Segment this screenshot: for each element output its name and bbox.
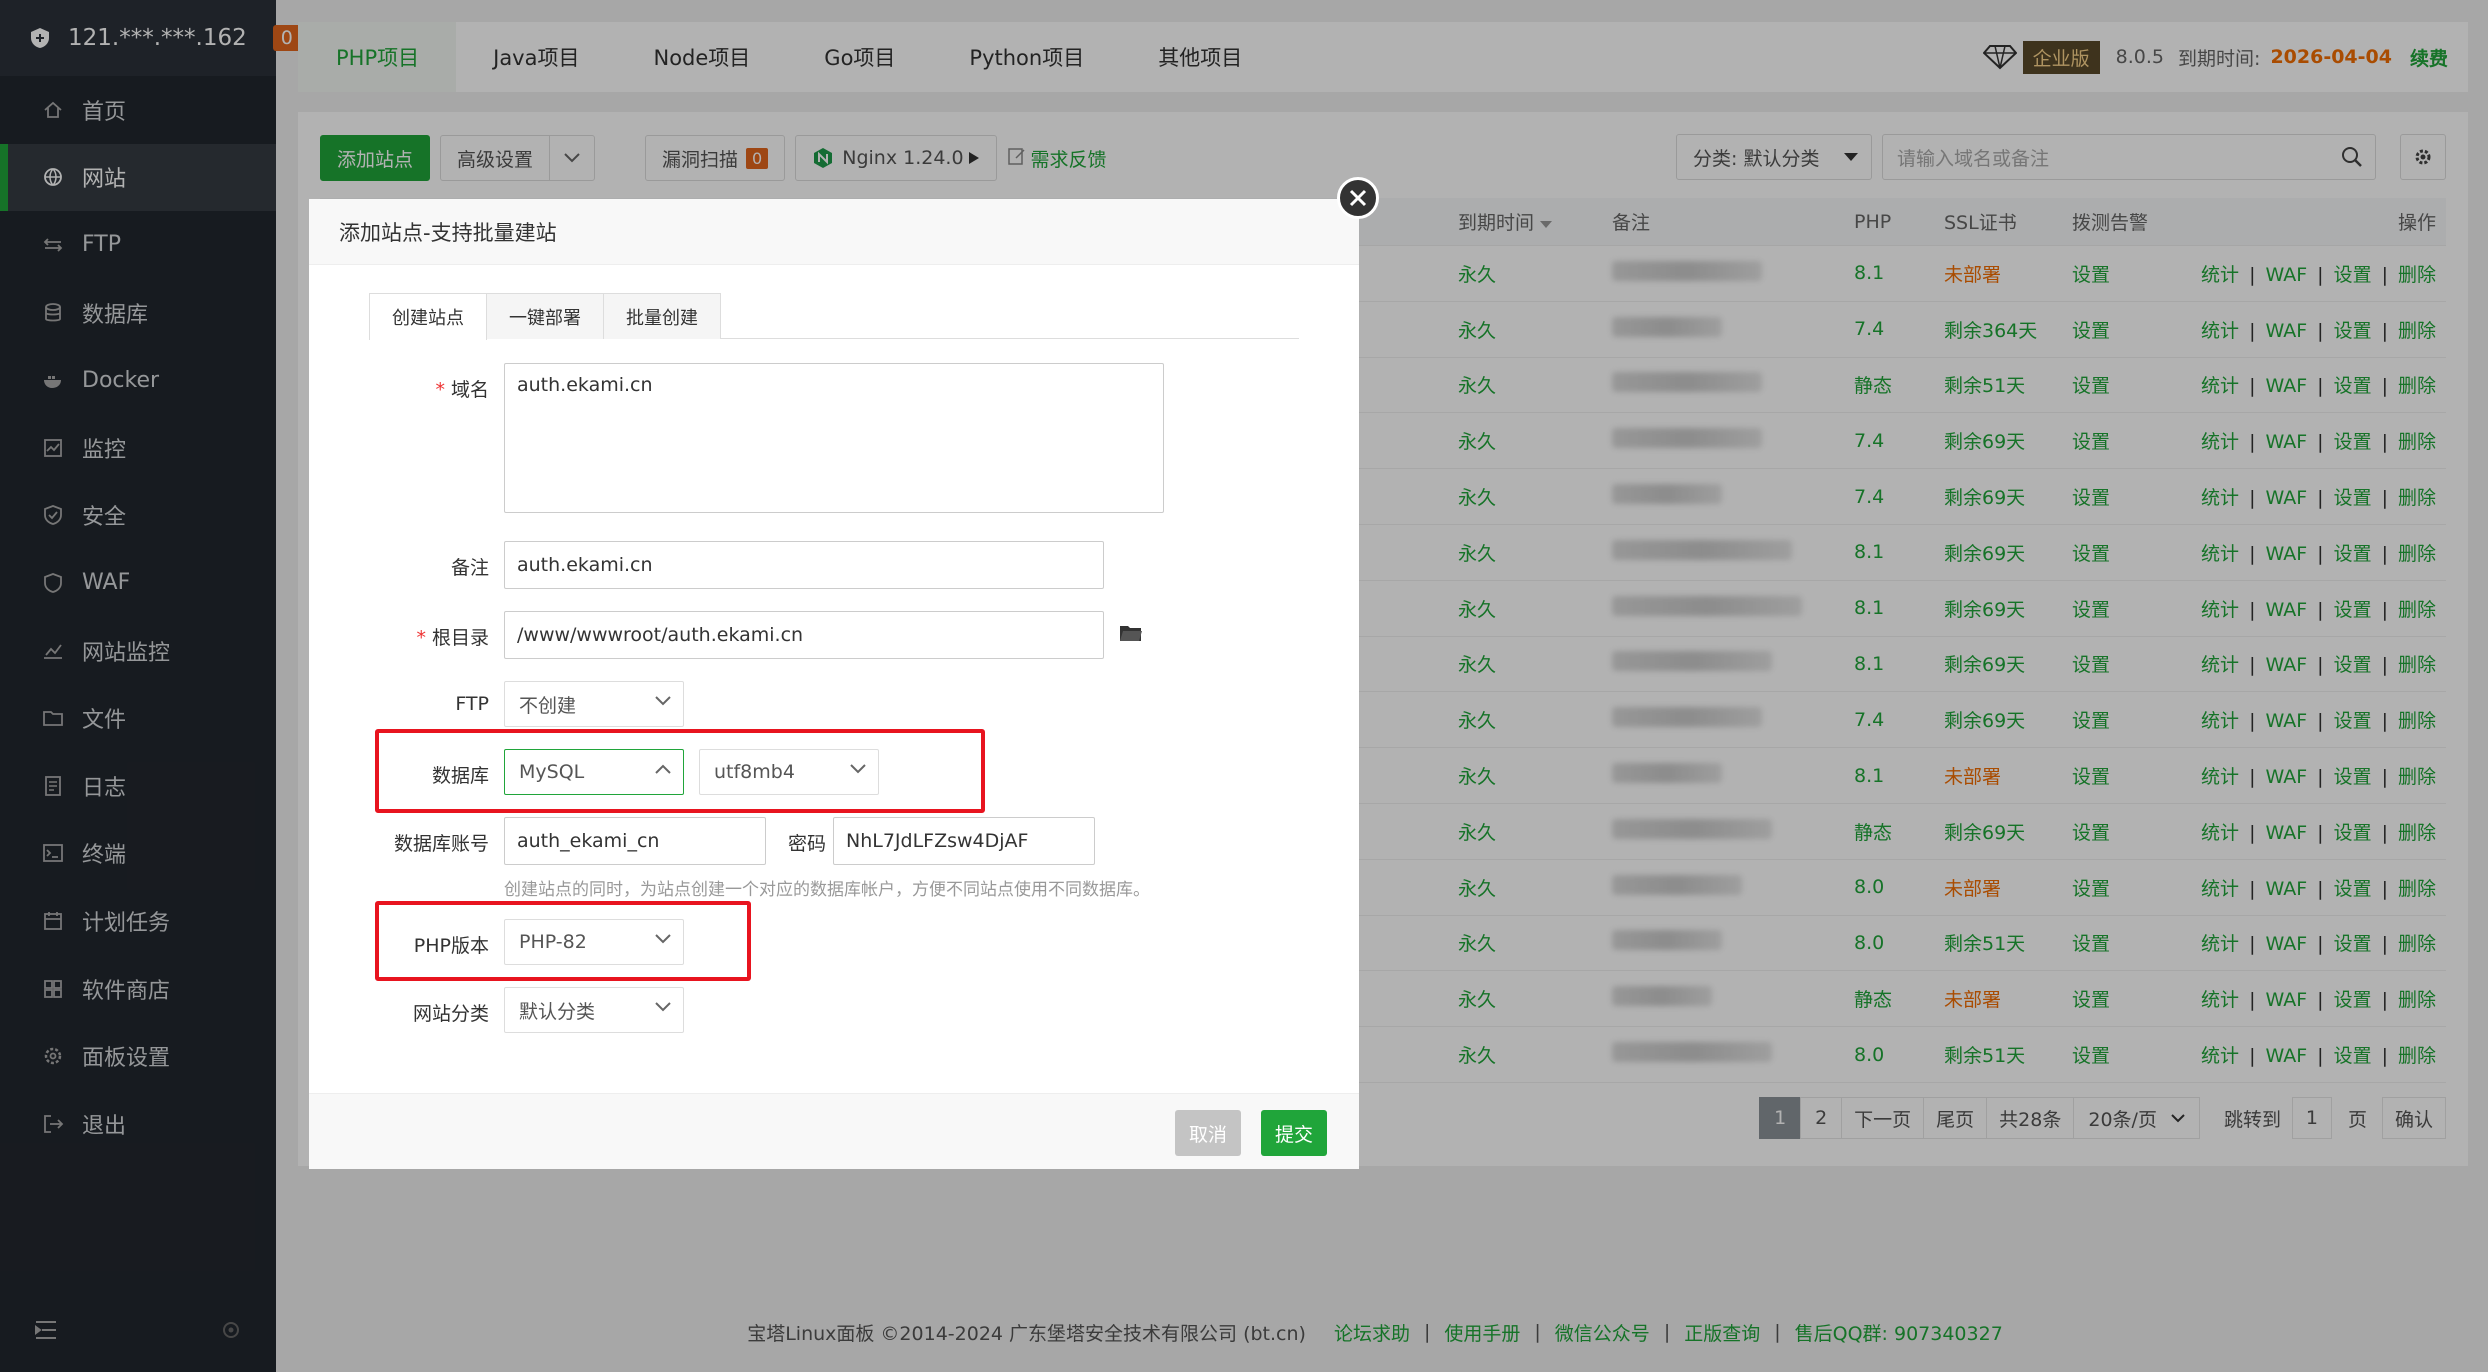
- tab-one-click-deploy[interactable]: 一键部署: [486, 293, 604, 339]
- root-dir-label: * 根目录: [416, 627, 489, 649]
- submit-button[interactable]: 提交: [1261, 1110, 1328, 1156]
- db-hint: 创建站点的同时，为站点创建一个对应的数据库帐户，方便不同站点使用不同数据库。: [504, 880, 1150, 900]
- close-dialog-button[interactable]: [1337, 177, 1379, 219]
- note-label: 备注: [450, 557, 489, 579]
- chevron-down-icon: [655, 1002, 671, 1012]
- site-category-select[interactable]: 默认分类: [504, 987, 684, 1033]
- highlight-box-database: [375, 729, 985, 813]
- dialog-title: 添加站点-支持批量建站: [309, 199, 1359, 265]
- folder-picker-icon[interactable]: [1119, 623, 1143, 648]
- cancel-button[interactable]: 取消: [1175, 1110, 1242, 1156]
- tab-create-site[interactable]: 创建站点: [369, 293, 487, 340]
- add-site-dialog: 添加站点-支持批量建站 创建站点 一键部署 批量创建 * 域名 auth.ekam…: [309, 177, 1379, 1169]
- db-account-input[interactable]: auth_ekami_cn: [504, 817, 766, 865]
- highlight-box-php: [375, 901, 751, 981]
- dialog-footer: 取消 提交: [309, 1093, 1359, 1169]
- note-input[interactable]: auth.ekami.cn: [504, 541, 1104, 589]
- ftp-select[interactable]: 不创建: [504, 681, 684, 727]
- chevron-down-icon: [655, 696, 671, 706]
- root-dir-input[interactable]: /www/wwwroot/auth.ekami.cn: [504, 611, 1104, 659]
- close-icon: [1349, 189, 1367, 207]
- site-category-label: 网站分类: [412, 1003, 489, 1025]
- domain-textarea[interactable]: auth.ekami.cn: [504, 363, 1164, 513]
- ftp-label: FTP: [455, 693, 489, 715]
- db-account-label: 数据库账号: [393, 833, 489, 855]
- password-label: 密码: [788, 833, 827, 855]
- db-password-input[interactable]: NhL7JdLFZsw4DjAF: [833, 817, 1095, 865]
- dialog-tabs: 创建站点 一键部署 批量创建: [369, 293, 1299, 340]
- domain-label: * 域名: [435, 379, 489, 401]
- tab-batch-create[interactable]: 批量创建: [603, 293, 721, 339]
